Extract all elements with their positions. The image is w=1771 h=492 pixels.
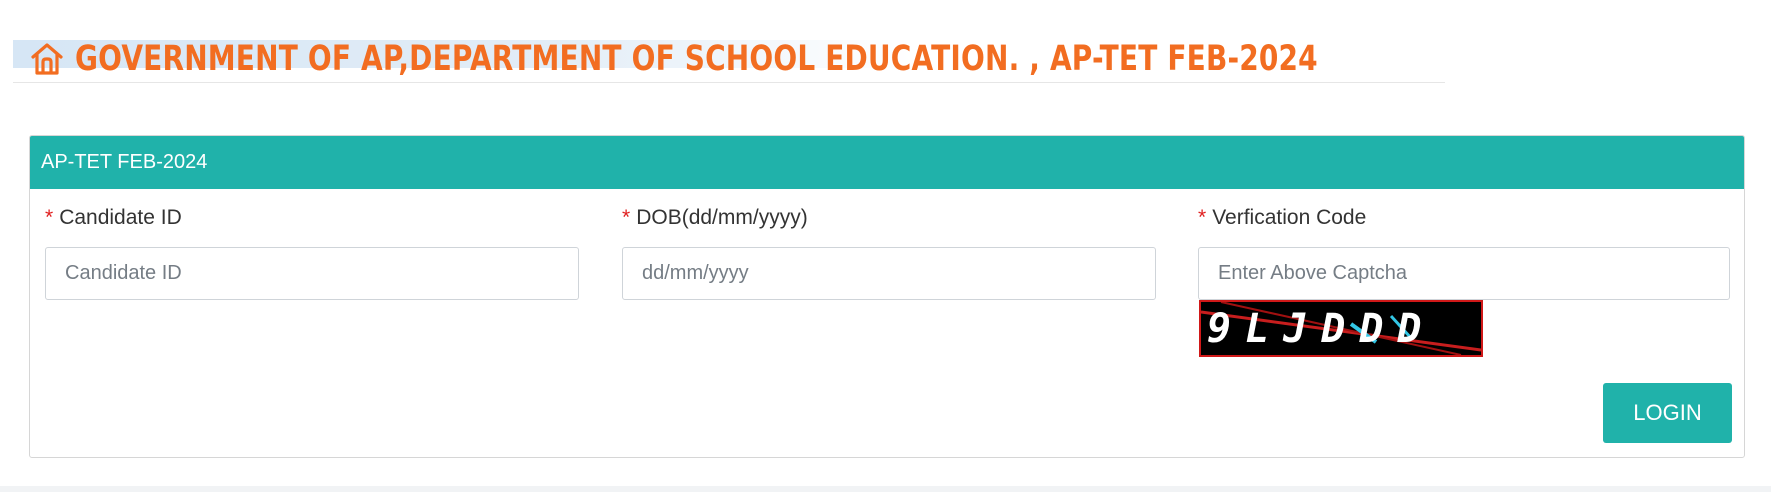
dob-label: * DOB(dd/mm/yyyy): [622, 206, 808, 230]
header-row: GOVERNMENT OF AP,DEPARTMENT OF SCHOOL ED…: [29, 36, 1629, 82]
required-marker: *: [622, 206, 631, 229]
captcha-input[interactable]: [1198, 247, 1730, 300]
required-marker: *: [1198, 206, 1207, 229]
page-header: GOVERNMENT OF AP,DEPARTMENT OF SCHOOL ED…: [13, 36, 1445, 83]
verification-code-label: * Verfication Code: [1198, 206, 1366, 230]
page-title: GOVERNMENT OF AP,DEPARTMENT OF SCHOOL ED…: [75, 39, 1318, 79]
captcha-image: 9LJDDD: [1199, 300, 1483, 357]
candidate-id-input[interactable]: [45, 247, 579, 300]
required-marker: *: [45, 206, 54, 229]
login-button[interactable]: LOGIN: [1603, 383, 1732, 443]
dob-label-text: DOB(dd/mm/yyyy): [636, 206, 808, 229]
captcha-text: 9LJDDD: [1207, 306, 1436, 352]
login-panel: AP-TET FEB-2024 *Candidate ID *DOB(dd/mm…: [29, 135, 1745, 458]
page-footer-divider: [0, 486, 1771, 492]
dob-input[interactable]: [622, 247, 1156, 300]
candidate-id-label: * Candidate ID: [45, 206, 182, 230]
candidate-id-label-text: Candidate ID: [59, 206, 182, 229]
verification-code-label-text: Verfication Code: [1212, 206, 1367, 229]
panel-heading: AP-TET FEB-2024: [30, 136, 1744, 189]
home-icon[interactable]: [29, 41, 65, 77]
